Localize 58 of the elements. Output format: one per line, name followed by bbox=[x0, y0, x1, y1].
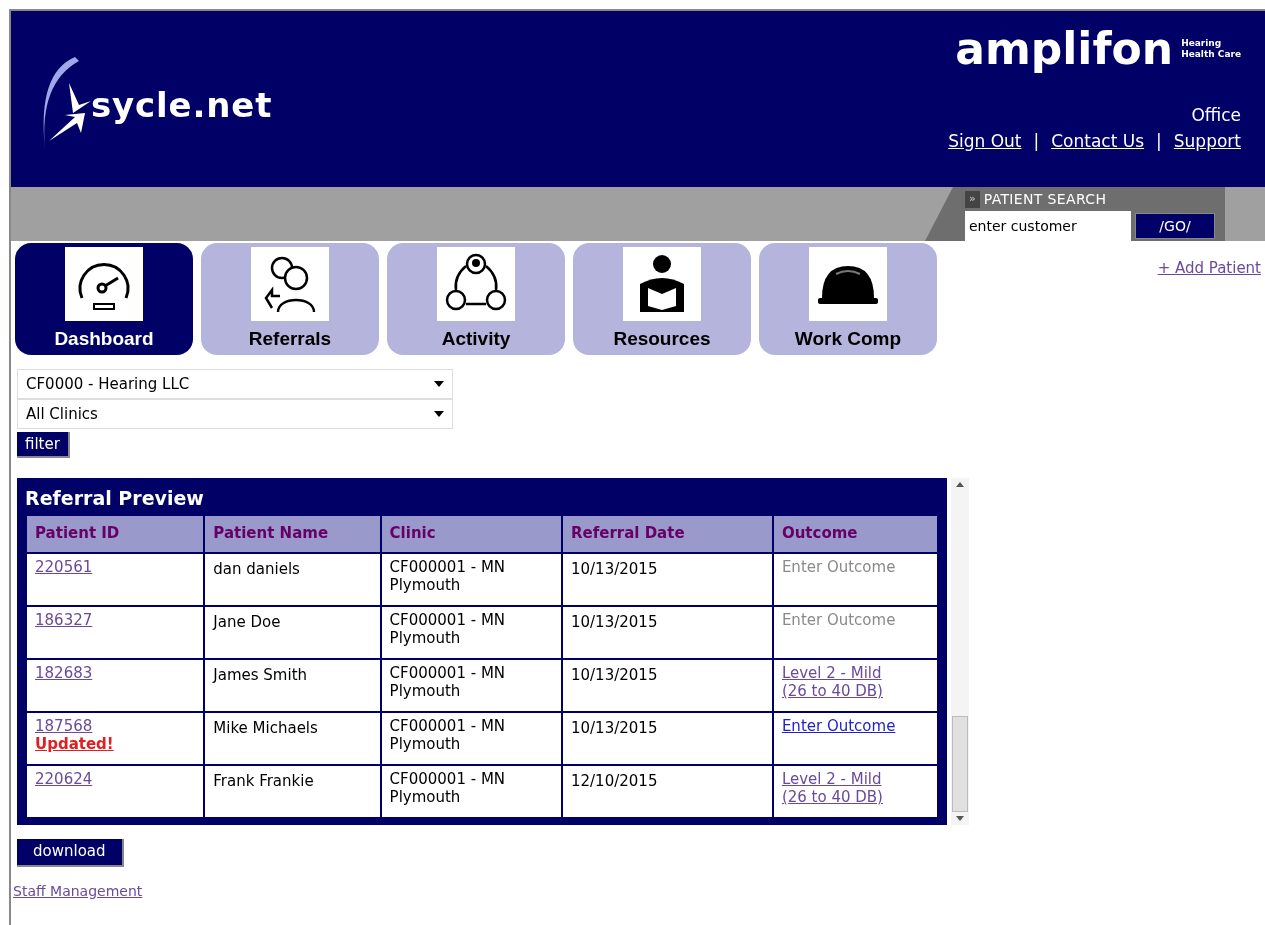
table-title: Referral Preview bbox=[25, 486, 205, 511]
nav-tab[interactable]: Activity bbox=[387, 243, 565, 355]
patient-id-link[interactable]: 220624 bbox=[35, 769, 93, 789]
search-label: PATIENT SEARCH bbox=[983, 190, 1107, 209]
table-cell: CF000001 - MN Plymouth bbox=[380, 658, 562, 712]
scrollbar[interactable] bbox=[951, 478, 969, 825]
nav-tab[interactable]: Referrals bbox=[201, 243, 379, 355]
patient-id-link[interactable]: 186327 bbox=[35, 610, 93, 630]
nav-tab[interactable]: Resources bbox=[573, 243, 751, 355]
office-label: Office bbox=[1191, 104, 1241, 127]
updated-label: Updated! bbox=[35, 735, 114, 754]
table-cell: 12/10/2015 bbox=[561, 764, 773, 818]
scroll-thumb[interactable] bbox=[952, 715, 968, 812]
search-marker: » bbox=[965, 191, 980, 208]
table-cell: James Smith bbox=[204, 658, 381, 712]
column-header: Outcome bbox=[772, 514, 938, 553]
logo-text: sycle.net bbox=[91, 84, 273, 127]
patient-id-link[interactable]: 187568 bbox=[35, 716, 93, 736]
dropdown-caret-icon bbox=[434, 381, 444, 387]
table-cell: 10/13/2015 bbox=[561, 711, 773, 765]
staff-management-link[interactable]: Staff Management bbox=[13, 880, 143, 902]
scroll-down-icon[interactable] bbox=[956, 815, 964, 821]
column-header: Patient ID bbox=[26, 514, 205, 553]
download-button[interactable]: download bbox=[17, 838, 124, 867]
patient-id-link[interactable]: 220561 bbox=[35, 557, 93, 577]
table-cell: CF000001 - MN Plymouth bbox=[380, 552, 562, 606]
column-header: Clinic bbox=[380, 514, 562, 553]
header-link[interactable]: Support bbox=[1173, 128, 1241, 154]
header-link[interactable]: Contact Us bbox=[1051, 128, 1145, 154]
filter-button[interactable]: filter bbox=[17, 432, 70, 458]
link-separator: | bbox=[1156, 129, 1162, 153]
header-link[interactable]: Sign Out bbox=[948, 128, 1022, 154]
nav-tab[interactable]: Work Comp bbox=[759, 243, 937, 355]
table-cell: dan daniels bbox=[204, 552, 381, 606]
link-separator: | bbox=[1033, 129, 1040, 153]
table-cell: Jane Doe bbox=[204, 605, 381, 659]
add-patient-link[interactable]: + Add Patient bbox=[1157, 257, 1261, 280]
table-cell: 10/13/2015 bbox=[561, 552, 773, 606]
brand-name: amplifon bbox=[955, 27, 1174, 71]
nav-tab[interactable]: Dashboard bbox=[15, 243, 193, 355]
dropdown-caret-icon bbox=[434, 411, 444, 417]
select-dropdown[interactable]: All Clinics bbox=[17, 399, 453, 429]
brand-tagline: Health Care bbox=[1181, 49, 1241, 61]
scroll-up-icon[interactable] bbox=[956, 482, 964, 487]
column-header: Referral Date bbox=[561, 514, 773, 553]
table-cell: Mike Michaels bbox=[204, 711, 381, 765]
go-button[interactable]: /GO/ bbox=[1135, 213, 1215, 239]
table-cell: CF000001 - MN Plymouth bbox=[380, 711, 562, 765]
table-cell: Frank Frankie bbox=[204, 764, 381, 818]
brand-tagline: Hearing bbox=[1181, 37, 1223, 49]
column-header: Patient Name bbox=[204, 514, 381, 553]
search-field[interactable]: enter customer bbox=[965, 211, 1131, 241]
table-cell: CF000001 - MN Plymouth bbox=[380, 764, 562, 818]
table-cell: 10/13/2015 bbox=[561, 658, 773, 712]
patient-id-link[interactable]: 182683 bbox=[35, 663, 93, 683]
select-dropdown[interactable]: CF0000 - Hearing LLC bbox=[17, 369, 453, 399]
table-cell: CF000001 - MN Plymouth bbox=[380, 605, 562, 659]
table-cell: 10/13/2015 bbox=[561, 605, 773, 659]
